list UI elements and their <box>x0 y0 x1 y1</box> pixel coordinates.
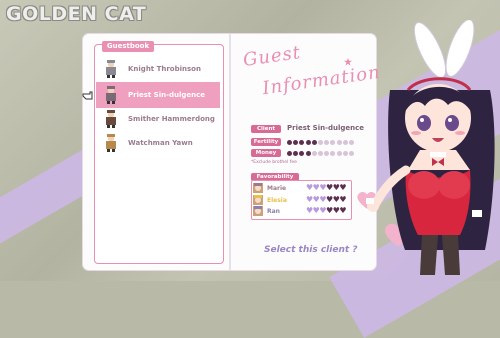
bunny-girl-character <box>366 20 495 275</box>
money-dots <box>287 150 354 156</box>
stat-dot <box>324 150 330 156</box>
stat-dot <box>299 150 305 156</box>
stat-dot <box>287 139 292 145</box>
guest-name: Knight Throbinson <box>128 65 201 73</box>
stat-dot <box>336 150 342 156</box>
heart-icon: ♥ <box>319 183 327 192</box>
favorability-row: Elesia ♥♥♥♥♥♥ <box>253 195 349 206</box>
girl-name: Elesia <box>267 197 287 204</box>
game-logo: GOLDEN CAT <box>6 3 147 25</box>
girl-name: Marie <box>267 185 287 192</box>
client-label: Client <box>251 125 281 133</box>
favorability-row: Ran ♥♥♥♥♥♥ <box>253 206 349 217</box>
guest-name: Smither Hammerdong <box>128 115 215 123</box>
heart-icon: ♥ <box>326 195 333 204</box>
stat-dot <box>299 139 305 145</box>
guest-sprite-icon <box>106 60 116 78</box>
guest-list-item[interactable]: Priest Sin-dulgence <box>96 82 220 108</box>
guest-sprite-icon <box>106 110 116 128</box>
stat-dot <box>330 139 336 145</box>
stat-dot <box>293 150 299 156</box>
favorability-hearts: ♥♥♥♥♥♥ <box>306 195 347 204</box>
heart-icon: ♥ <box>306 183 313 192</box>
guest-name: Priest Sin-dulgence <box>128 91 206 99</box>
stat-dot <box>311 139 317 145</box>
heart-icon: ♥ <box>319 195 327 204</box>
guest-list-item[interactable]: Knight Throbinson <box>96 56 220 82</box>
book-spine <box>229 34 231 270</box>
stat-dot <box>342 150 348 156</box>
fertility-dots <box>287 139 354 145</box>
client-name: Priest Sin-dulgence <box>287 124 365 132</box>
girl-avatar-icon <box>253 183 263 193</box>
stat-dot <box>342 139 348 145</box>
stat-dot <box>305 139 311 145</box>
guest-list-item[interactable]: Smither Hammerdong <box>96 106 220 132</box>
favorability-hearts: ♥♥♥♥♥♥ <box>306 183 347 192</box>
guest-sprite-icon <box>106 134 116 152</box>
stat-dot <box>330 150 336 156</box>
stat-dot <box>287 150 292 156</box>
select-client-button[interactable]: Select this client ? <box>264 245 358 255</box>
guest-list-item[interactable]: Watchman Yawn <box>96 130 220 156</box>
money-label: Money <box>251 149 281 157</box>
stat-dot <box>348 150 354 156</box>
stat-dot <box>317 139 323 145</box>
fertility-label: Fertility <box>251 138 281 146</box>
heart-icon: ♥ <box>319 206 327 215</box>
hand-cursor-icon <box>82 91 93 100</box>
heart-icon: ♥ <box>339 195 347 204</box>
heart-icon: ♥ <box>326 206 333 215</box>
guestbook-tab: Guestbook <box>102 41 154 52</box>
stat-dot <box>305 150 311 156</box>
guest-name: Watchman Yawn <box>128 139 193 147</box>
heart-icon: ♥ <box>306 195 313 204</box>
stat-dot <box>293 139 299 145</box>
stat-dot <box>348 139 354 145</box>
guest-sprite-icon <box>106 86 116 104</box>
heart-icon: ♥ <box>326 183 333 192</box>
star-icon <box>344 58 352 66</box>
stat-dot <box>311 150 317 156</box>
girl-avatar-icon <box>253 206 263 216</box>
heart-icon: ♥ <box>339 206 347 215</box>
brothel-fee-note: *Exclude brothel fee <box>251 160 297 165</box>
stat-dot <box>324 139 330 145</box>
girl-avatar-icon <box>253 195 263 205</box>
heart-icon: ♥ <box>339 183 347 192</box>
favorability-hearts: ♥♥♥♥♥♥ <box>306 206 347 215</box>
stat-dot <box>317 150 323 156</box>
girl-name: Ran <box>267 208 280 215</box>
heart-icon: ♥ <box>306 206 313 215</box>
stat-dot <box>336 139 342 145</box>
favorability-row: Marie ♥♥♥♥♥♥ <box>253 183 349 194</box>
